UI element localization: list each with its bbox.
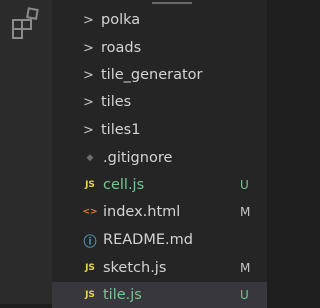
file-label: index.html xyxy=(103,204,181,220)
file-label: tile.js xyxy=(103,287,142,303)
activity-bar xyxy=(0,0,52,304)
extensions-icon[interactable] xyxy=(10,6,44,40)
file-item-cell-js[interactable]: JS cell.js U xyxy=(52,172,267,198)
git-status-badge: M xyxy=(240,205,251,219)
file-item-gitignore[interactable]: ◆ .gitignore xyxy=(52,145,267,171)
chevron-right-icon: > xyxy=(83,67,94,83)
folder-item-roads[interactable]: > roads xyxy=(52,35,267,61)
js-file-icon: JS xyxy=(85,290,95,300)
explorer-panel: > polka > roads > tile_generator > tiles… xyxy=(52,0,267,308)
js-file-icon: JS xyxy=(85,263,95,273)
folder-item-tiles[interactable]: > tiles xyxy=(52,89,267,115)
file-item-readme-md[interactable]: ⓘ README.md xyxy=(52,227,267,253)
chevron-right-icon: > xyxy=(83,122,94,138)
folder-item-tiles1[interactable]: > tiles1 xyxy=(52,117,267,143)
folder-label: tiles1 xyxy=(101,122,141,138)
folder-label: roads xyxy=(101,40,142,56)
folder-item-tile-generator[interactable]: > tile_generator xyxy=(52,62,267,88)
chevron-right-icon: > xyxy=(83,94,94,110)
git-status-badge: M xyxy=(240,261,251,275)
folder-label: polka xyxy=(101,12,141,28)
git-status-badge: U xyxy=(240,288,249,302)
file-item-tile-js[interactable]: JS tile.js U xyxy=(52,282,267,308)
folder-label: tile_generator xyxy=(101,67,203,83)
clipped-item-above xyxy=(152,0,192,4)
file-item-index-html[interactable]: <> index.html M xyxy=(52,199,267,225)
gitignore-file-icon: ◆ xyxy=(86,153,94,163)
file-label: README.md xyxy=(103,232,193,248)
file-label: sketch.js xyxy=(103,260,167,276)
file-label: cell.js xyxy=(103,177,145,193)
folder-label: tiles xyxy=(101,94,132,110)
html-file-icon: <> xyxy=(82,207,98,217)
file-label: .gitignore xyxy=(103,150,173,166)
chevron-right-icon: > xyxy=(83,40,94,56)
file-item-sketch-js[interactable]: JS sketch.js M xyxy=(52,255,267,281)
chevron-right-icon: > xyxy=(83,12,94,28)
git-status-badge: U xyxy=(240,178,249,192)
info-file-icon: ⓘ xyxy=(83,234,97,250)
folder-item-polka[interactable]: > polka xyxy=(52,7,267,33)
js-file-icon: JS xyxy=(85,180,95,190)
